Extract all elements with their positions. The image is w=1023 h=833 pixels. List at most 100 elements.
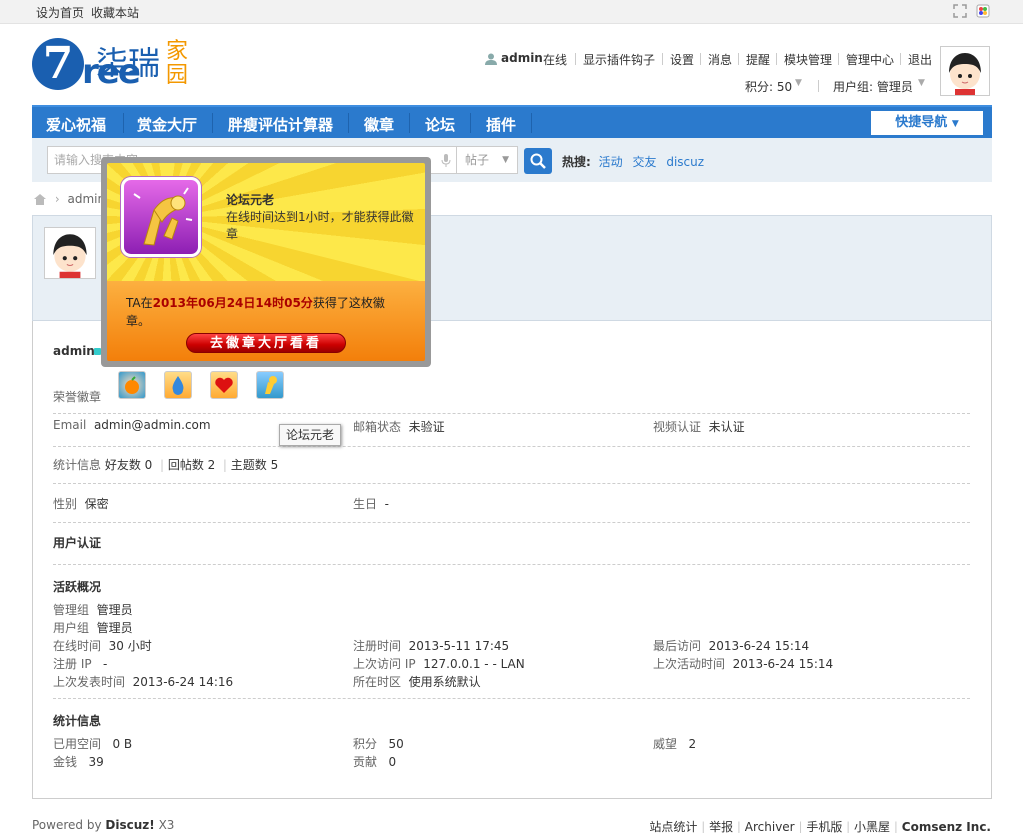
nav-item-bmi[interactable]: 胖瘦评估计算器 (228, 114, 333, 135)
trumpet-badge-icon (121, 177, 201, 257)
money-label: 金钱 (53, 755, 78, 769)
admin-group-value[interactable]: 管理员 (97, 603, 133, 617)
chevron-down-icon: ▼ (951, 119, 959, 129)
footer-company[interactable]: Comsenz Inc. (902, 820, 991, 833)
nav-item-plugins[interactable]: 插件 (486, 114, 516, 135)
hot-search-item[interactable]: discuz (666, 155, 704, 169)
usergroup-dropdown[interactable]: 用户组: 管理员 (833, 78, 913, 95)
chevron-down-icon: ▼ (795, 78, 802, 88)
microphone-icon[interactable] (441, 154, 451, 168)
footer-link-report[interactable]: 举报 (709, 820, 733, 833)
messages-link[interactable]: 消息 (708, 51, 732, 68)
admin-center-link[interactable]: 管理中心 (846, 51, 894, 68)
last-ip-value: 127.0.0.1 - - LAN (423, 657, 525, 671)
goto-badge-hall-button[interactable]: 去徽章大厅看看 (186, 333, 346, 353)
footer-link-mobile[interactable]: 手机版 (806, 820, 842, 833)
discuz-link[interactable]: Discuz! (105, 818, 154, 832)
breadcrumb: › admin (33, 192, 105, 206)
badge-popup: 论坛元老 在线时间达到1小时，才能获得此徽章 TA在2013年06月24日14时… (101, 157, 431, 367)
timezone-label: 所在时区 (353, 675, 402, 689)
badge-fruit-icon[interactable] (118, 371, 146, 399)
hot-search-item[interactable]: 交友 (632, 155, 656, 169)
quick-nav-button[interactable]: 快捷导航 ▼ (871, 111, 983, 135)
online-time-value: 30 小时 (108, 639, 152, 653)
mail-status-value: 未验证 (408, 420, 445, 434)
footer-link-archiver[interactable]: Archiver (745, 820, 795, 833)
badge-tooltip: 论坛元老 (279, 424, 342, 446)
auth-title: 用户认证 (53, 536, 102, 550)
home-icon[interactable] (33, 193, 47, 205)
nav-item-badges[interactable]: 徽章 (364, 114, 394, 135)
earned-time: 2013年06月24日14时05分 (152, 296, 313, 310)
replies-count[interactable]: 回帖数 2 (168, 458, 215, 472)
gender-value: 保密 (84, 497, 109, 511)
email-value: admin@admin.com (93, 418, 211, 432)
gender-label: 性别 (53, 497, 78, 511)
last-post-label: 上次发表时间 (53, 675, 126, 689)
points-value: 50 (388, 737, 404, 751)
online-time-label: 在线时间 (53, 639, 102, 653)
version-label: X3 (158, 818, 175, 832)
email-label: Email (53, 418, 87, 432)
footer-link-blacklist[interactable]: 小黑屋 (854, 820, 890, 833)
last-active-value: 2013-6-24 15:14 (732, 657, 834, 671)
footer-link-stats[interactable]: 站点统计 (649, 820, 697, 833)
prestige-value: 2 (688, 737, 697, 751)
threads-count[interactable]: 主题数 5 (231, 458, 278, 472)
last-ip-label: 上次访问 IP (353, 657, 416, 671)
admin-group-label: 管理组 (53, 603, 90, 617)
points-label: 积分 (353, 737, 378, 751)
points-dropdown[interactable]: 积分: 50 (745, 78, 792, 95)
logo-cn: 柒瑞 (96, 44, 161, 82)
reg-time-value: 2013-5-11 17:45 (408, 639, 510, 653)
reg-ip-value: - (103, 657, 108, 671)
nav-item-bounty[interactable]: 赏金大厅 (137, 114, 197, 135)
birthday-row: 生日 - (353, 495, 389, 512)
reg-time-label: 注册时间 (353, 639, 402, 653)
badge-heart-icon[interactable] (210, 371, 238, 399)
logo-mark: 7 (32, 38, 84, 90)
user-icon (485, 53, 497, 65)
hot-search-item[interactable]: 活动 (599, 155, 623, 169)
contrib-label: 贡献 (353, 755, 378, 769)
module-mgmt-link[interactable]: 模块管理 (784, 51, 832, 68)
mail-status-label: 邮箱状态 (353, 420, 402, 434)
plugin-hooks-link[interactable]: 显示插件钩子 (583, 51, 655, 68)
header-avatar[interactable] (940, 46, 990, 96)
badge-water-icon[interactable] (164, 371, 192, 399)
user-group-value[interactable]: 管理员 (97, 621, 133, 635)
email-row: Email admin@admin.com (53, 418, 211, 432)
username-link[interactable]: admin (501, 51, 543, 65)
nav-item-forum[interactable]: 论坛 (425, 114, 455, 135)
footer-links: 站点统计 | 举报 | Archiver | 手机版 | 小黑屋 | Comse… (649, 820, 991, 833)
search-button[interactable] (524, 148, 552, 174)
powered-label: Powered by (32, 818, 102, 832)
video-row: 视频认证 未认证 (653, 418, 745, 435)
color-theme-icon[interactable] (976, 4, 990, 18)
user-group-label: 用户组 (53, 621, 90, 635)
reminders-link[interactable]: 提醒 (746, 51, 770, 68)
set-home-link[interactable]: 设为首页 (36, 4, 84, 21)
popup-earned-text: TA在2013年06月24日14时05分获得了这枚徽 章。 (126, 294, 406, 330)
bookmark-link[interactable]: 收藏本站 (91, 4, 139, 21)
contrib-value: 0 (388, 755, 397, 769)
main-nav: 爱心祝福 赏金大厅 胖瘦评估计算器 徽章 论坛 插件 快捷导航 ▼ (32, 105, 992, 138)
badge-veteran-icon[interactable] (256, 371, 284, 399)
last-visit-label: 最后访问 (653, 639, 702, 653)
friends-count[interactable]: 好友数 0 (105, 458, 152, 472)
chevron-down-icon: ▼ (502, 155, 509, 165)
search-type-select[interactable]: 帖子 ▼ (456, 146, 518, 174)
breadcrumb-user[interactable]: admin (67, 192, 105, 206)
badges-label: 荣誉徽章 (53, 390, 102, 404)
popup-title: 论坛元老 (226, 193, 275, 207)
fullscreen-icon[interactable] (953, 4, 967, 18)
nav-item-wishes[interactable]: 爱心祝福 (46, 114, 106, 135)
last-post-value: 2013-6-24 14:16 (132, 675, 234, 689)
chevron-right-icon: › (54, 192, 60, 206)
online-dot-icon (94, 348, 101, 355)
logout-link[interactable]: 退出 (908, 51, 932, 68)
birthday-value: - (384, 497, 389, 511)
logo-jia: 家园 (166, 39, 189, 88)
settings-link[interactable]: 设置 (670, 51, 694, 68)
chevron-down-icon: ▼ (918, 78, 925, 88)
